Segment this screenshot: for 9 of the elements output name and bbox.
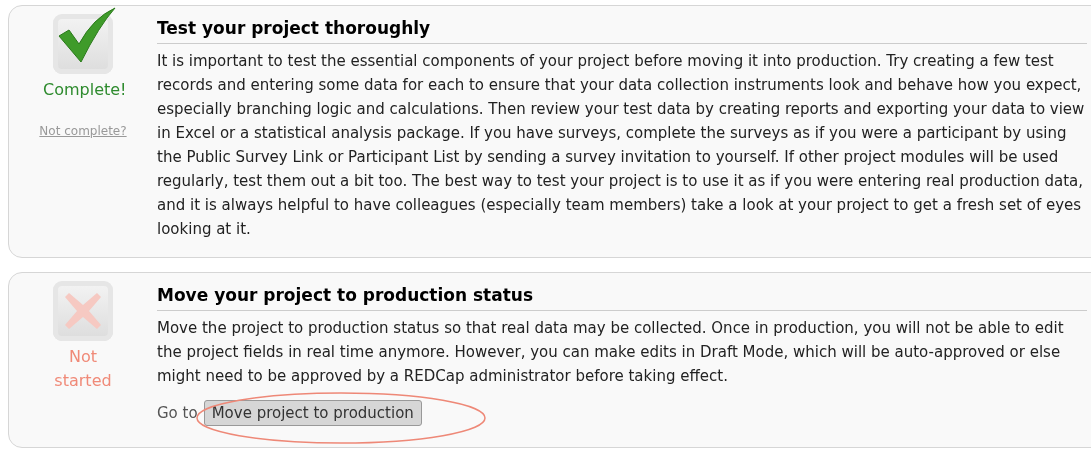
go-to-label: Go to — [157, 404, 198, 422]
cross-icon — [63, 291, 103, 331]
step-title: Move your project to production status — [157, 281, 1087, 311]
step-title: Test your project thoroughly — [157, 14, 1087, 44]
step-description: Move the project to production status so that real data may be collected. Once in production, you will not be able to edit the project fields in real time anymore. However, you can make edits in Draft Mode, which will be auto-approved or else might need to be approved by a REDCap administrator before taking effect. — [157, 318, 1065, 387]
step-description: It is important to test the essential components of your project before moving it into production. Try creating a few test records and entering some data for each to ensure that your data collection instruments look and behave how you expect, especially branching logic and calculations. Then review your test data by creating reports and exporting your data to view in Excel or a statistical analysis package. If you have surveys, complete the surveys as if you were a participant by using the Public Survey Link or Participant List by sending a survey invitation to yourself. If other project modules will be used regularly, test them out a bit too. The best way to test your project is to use it as if you were entering real production data, and it is always helpful to have colleagues (especially team members) take a look at your project to get a fresh set of eyes looking at it. — [157, 51, 1086, 240]
status-label: Not started — [53, 346, 113, 392]
status-label: Complete! — [43, 79, 123, 101]
move-to-production-button[interactable]: Move project to production — [203, 400, 422, 426]
